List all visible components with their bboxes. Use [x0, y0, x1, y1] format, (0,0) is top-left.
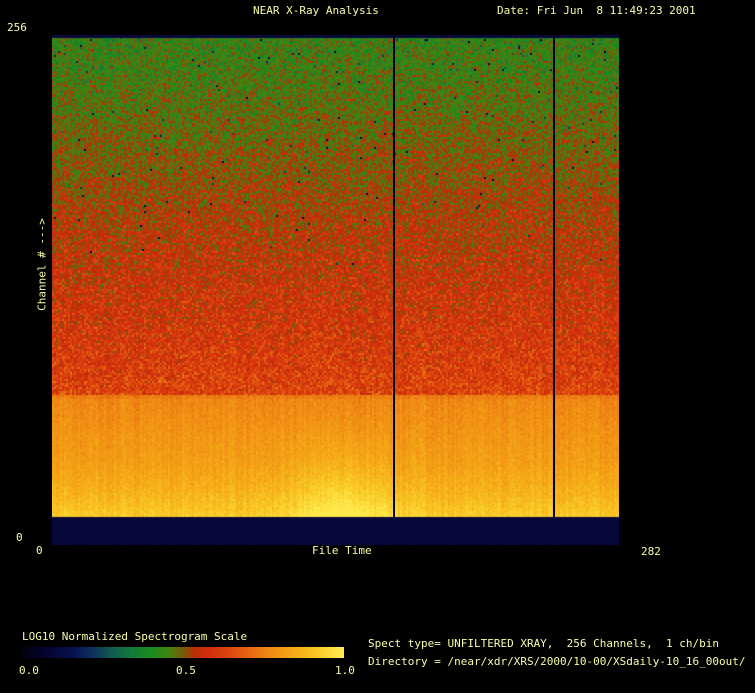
spect-type-info: Spect type= UNFILTERED XRAY, 256 Channel…	[368, 637, 719, 650]
x-axis-min-label: 0	[36, 544, 43, 557]
page-title: NEAR X-Ray Analysis	[253, 4, 379, 17]
date-label: Date: Fri Jun 8 11:49:23 2001	[497, 4, 696, 17]
colorbar-gradient	[22, 647, 344, 658]
x-axis-max-label: 282	[641, 545, 661, 558]
colorbar-tick-mid: 0.5	[176, 664, 196, 677]
y-axis-label: Channel # --->	[35, 218, 49, 311]
colorbar-tick-max: 1.0	[335, 664, 355, 677]
x-axis-label: File Time	[312, 544, 372, 557]
near-xray-analysis-window: NEAR X-Ray Analysis Date: Fri Jun 8 11:4…	[0, 0, 755, 693]
colorbar-title: LOG10 Normalized Spectrogram Scale	[22, 630, 248, 643]
colorbar-tick-min: 0.0	[19, 664, 39, 677]
time-marker-line-1	[393, 35, 395, 517]
time-marker-line-2	[553, 35, 555, 517]
directory-info: Directory = /near/xdr/XRS/2000/10-00/XSd…	[368, 655, 746, 668]
spectrogram-heatmap	[52, 35, 619, 545]
y-axis-min-label: 0	[16, 531, 23, 544]
y-axis-max-label: 256	[7, 21, 27, 34]
